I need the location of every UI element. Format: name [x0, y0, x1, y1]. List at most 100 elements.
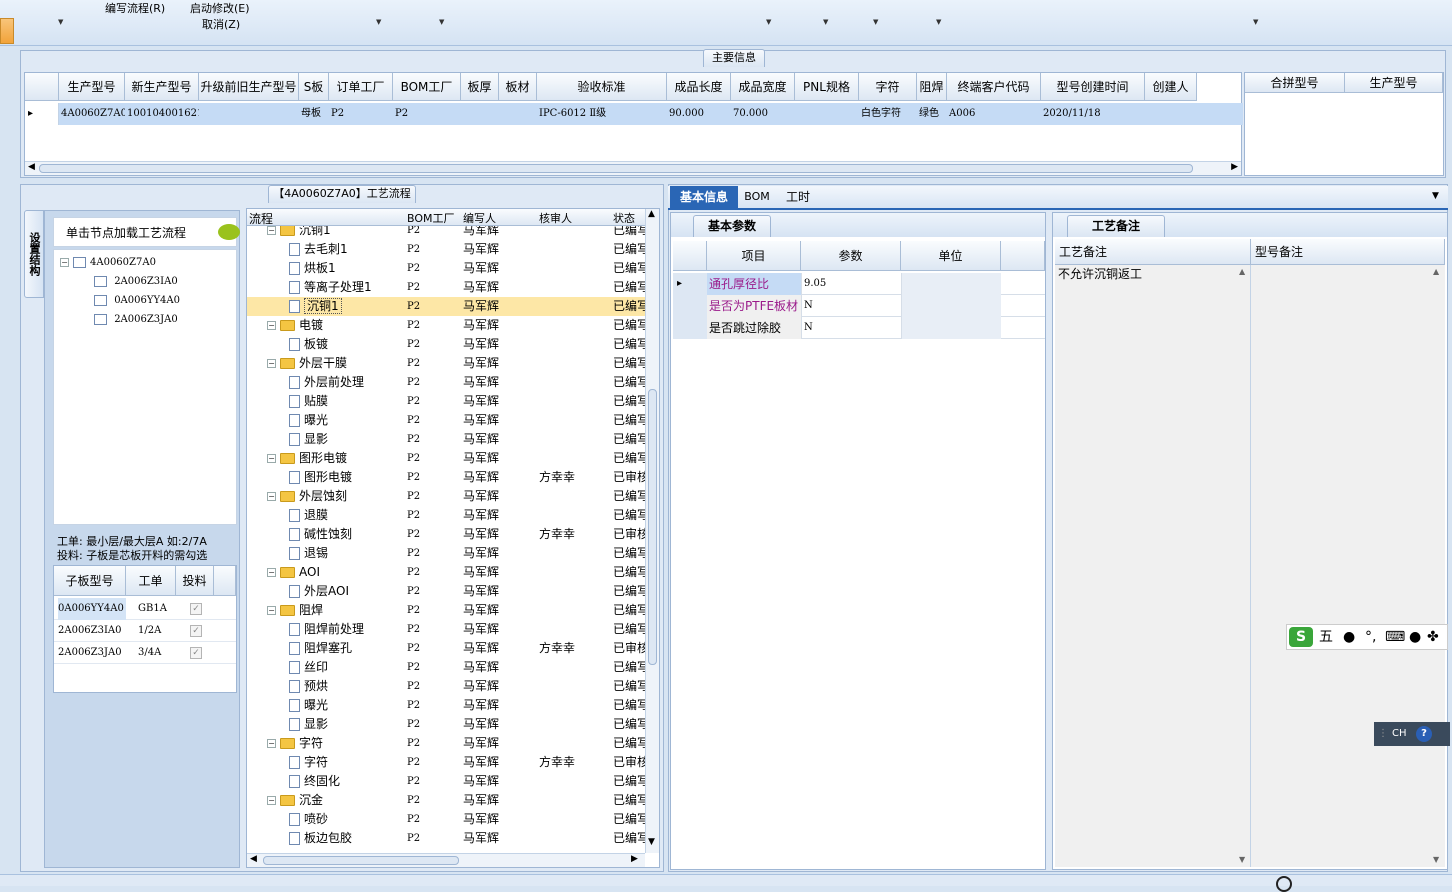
param-unit[interactable] [901, 273, 1001, 295]
tree-node-child[interactable]: 2A006Z3JA0 [94, 311, 178, 329]
col-process-note[interactable]: 工艺备注 [1055, 239, 1251, 265]
sub-order-cell[interactable]: 3/4A [138, 642, 176, 664]
collapse-icon[interactable]: − [267, 739, 276, 748]
flow-row[interactable]: 板边包胶 P2 马军辉 已编写 [247, 829, 645, 848]
col-status[interactable]: 状态 [613, 210, 635, 226]
col-main-16[interactable]: 创建人 [1145, 73, 1197, 101]
main-info-cell[interactable]: 2020/11/18 [1041, 103, 1145, 125]
flow-name[interactable]: 板边包胶 [289, 829, 352, 848]
col-main-8[interactable]: 验收标准 [537, 73, 667, 101]
model-note-field[interactable]: ▲ ▼ [1251, 265, 1445, 867]
sub-board-row[interactable]: 2A006Z3JA0 3/4A ✓ [54, 642, 236, 664]
col-main-5[interactable]: BOM工厂 [393, 73, 461, 101]
row-indicator-icon[interactable]: ▸ [25, 103, 59, 125]
col-main-4[interactable]: 订单工厂 [329, 73, 393, 101]
scroll-right-icon[interactable]: ▶ [1231, 162, 1238, 172]
collapse-icon[interactable]: − [267, 359, 276, 368]
flow-row[interactable]: 去毛刺1 P2 马军辉 已编写 [247, 240, 645, 259]
fullwidth-icon[interactable]: ● [1343, 625, 1355, 649]
flow-row[interactable]: 板镀 P2 马军辉 已编写 [247, 335, 645, 354]
scrollbar-thumb[interactable] [263, 856, 459, 865]
flow-row[interactable]: 碱性蚀刻 P2 马军辉 方幸幸 已审核 [247, 525, 645, 544]
main-info-cell[interactable]: 10010400162158 [125, 103, 199, 125]
apps-icon[interactable]: ✤ [1427, 625, 1439, 649]
flow-row[interactable]: 预烘 P2 马军辉 已编写 [247, 677, 645, 696]
flow-name[interactable]: 图形电镀 [289, 468, 352, 487]
tree-node-child[interactable]: 2A006Z3IA0 [94, 273, 178, 291]
menu-write-flow[interactable]: 编写流程(R) [105, 0, 165, 16]
flow-name[interactable]: 丝印 [289, 658, 328, 677]
flow-name[interactable]: − 阻焊 [267, 601, 323, 620]
flow-row[interactable]: 外层前处理 P2 马军辉 已编写 [247, 373, 645, 392]
row-indicator-icon[interactable]: ▸ [673, 273, 707, 295]
col-flow[interactable]: 流程 [249, 210, 273, 227]
param-value[interactable]: 9.05 [801, 273, 901, 295]
flow-name[interactable]: 碱性蚀刻 [289, 525, 352, 544]
help-icon[interactable]: ? [1416, 726, 1432, 742]
dropdown-arrow-icon[interactable]: ▼ [1253, 18, 1258, 26]
drag-handle-icon[interactable]: ⋮ [1378, 722, 1388, 746]
flow-name[interactable]: 显影 [289, 715, 328, 734]
flow-name[interactable]: − 沉金 [267, 791, 323, 810]
structure-vertical-tab[interactable]: 设置结构 [24, 210, 44, 298]
flow-row[interactable]: 等离子处理1 P2 马军辉 已编写 [247, 278, 645, 297]
flow-name[interactable]: 沉铜1 [289, 297, 342, 316]
main-info-cell[interactable]: 90.000 [667, 103, 731, 125]
main-info-cell[interactable]: P2 [393, 103, 461, 125]
tree-node-root[interactable]: −4A0060Z7A0 [60, 254, 156, 272]
flow-name[interactable]: − AOI [267, 563, 320, 582]
col-main-11[interactable]: PNL规格 [795, 73, 859, 101]
main-info-cell[interactable]: P2 [329, 103, 393, 125]
col-main-3[interactable]: S板 [299, 73, 329, 101]
collapse-icon[interactable]: − [267, 606, 276, 615]
sub-model-cell[interactable]: 2A006Z3JA0 [58, 642, 126, 664]
flow-row[interactable]: − 图形电镀 P2 马军辉 已编写 [247, 449, 645, 468]
menu-start-modify[interactable]: 启动修改(E) [190, 0, 250, 16]
collapse-icon[interactable]: − [267, 568, 276, 577]
flow-name[interactable]: 阻焊前处理 [289, 620, 364, 639]
row-indicator-icon[interactable] [673, 317, 707, 339]
tab-menu-icon[interactable]: ▼ [1432, 191, 1439, 201]
scrollbar-thumb[interactable] [648, 389, 657, 665]
process-note-field[interactable]: 不允许沉铜返工 ▲ ▼ [1055, 265, 1251, 867]
main-info-cell[interactable] [1145, 103, 1197, 125]
flow-row[interactable]: 贴膜 P2 马军辉 已编写 [247, 392, 645, 411]
col-sub-model[interactable]: 子板型号 [54, 566, 126, 596]
flow-name[interactable]: 预烘 [289, 677, 328, 696]
flow-name[interactable]: − 外层蚀刻 [267, 487, 347, 506]
col-feed[interactable]: 投料 [176, 566, 214, 596]
sogou-logo-icon[interactable]: S [1289, 627, 1313, 647]
collapse-icon[interactable]: − [267, 454, 276, 463]
tab-basic-info[interactable]: 基本信息 [670, 186, 738, 208]
flow-name[interactable]: 去毛刺1 [289, 240, 348, 259]
collapse-icon[interactable]: − [267, 226, 276, 235]
flow-name[interactable]: 退膜 [289, 506, 328, 525]
tab-bom[interactable]: BOM [740, 186, 774, 208]
collapse-icon[interactable]: − [267, 321, 276, 330]
scroll-up-icon[interactable]: ▲ [1239, 267, 1245, 276]
flow-name[interactable]: 退锡 [289, 544, 328, 563]
flow-name[interactable]: 外层AOI [289, 582, 349, 601]
col-main-13[interactable]: 阻焊 [917, 73, 947, 101]
col-main-15[interactable]: 型号创建时间 [1041, 73, 1145, 101]
scroll-down-icon[interactable]: ▼ [1433, 855, 1439, 864]
flow-row[interactable]: 字符 P2 马军辉 方幸幸 已审核 [247, 753, 645, 772]
ime-toolbar[interactable]: S 五 ● °, ⌨ ● ✤ [1286, 624, 1448, 650]
main-info-cell[interactable]: 70.000 [731, 103, 795, 125]
flow-row[interactable]: 阻焊塞孔 P2 马军辉 方幸幸 已审核 [247, 639, 645, 658]
flow-name[interactable]: 曝光 [289, 411, 328, 430]
col-main-0[interactable]: 生产型号 [59, 73, 125, 101]
col-merge-model[interactable]: 合拼型号 [1245, 73, 1345, 93]
feed-checkbox[interactable]: ✓ [190, 603, 202, 615]
flow-row[interactable]: 显影 P2 马军辉 已编写 [247, 430, 645, 449]
side-accent-tab[interactable] [0, 18, 14, 44]
sub-model-cell[interactable]: 2A006Z3IA0 [58, 620, 126, 642]
main-info-cell[interactable]: 白色字符 [859, 103, 917, 125]
col-param[interactable]: 参数 [801, 241, 901, 271]
punctuation-icon[interactable]: °, [1365, 625, 1376, 649]
sub-order-cell[interactable]: 1/2A [138, 620, 176, 642]
flow-row[interactable]: 外层AOI P2 马军辉 已编写 [247, 582, 645, 601]
flow-name[interactable]: 喷砂 [289, 810, 328, 829]
scroll-up-icon[interactable]: ▲ [648, 209, 655, 219]
flow-row[interactable]: 喷砂 P2 马军辉 已编写 [247, 810, 645, 829]
